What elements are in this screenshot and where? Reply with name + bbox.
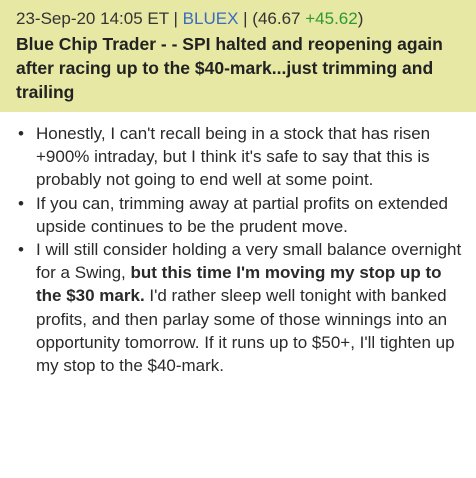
meta-separator: |	[168, 9, 183, 28]
bullet-icon: •	[18, 240, 24, 260]
bullet-text: If you can, trimming away at partial pro…	[36, 193, 448, 236]
ticker-link[interactable]: BLUEX	[183, 9, 239, 28]
list-item: • Honestly, I can't recall being in a st…	[18, 122, 462, 192]
post-meta: 23-Sep-20 14:05 ET | BLUEX | (46.67 +45.…	[16, 8, 464, 30]
post-card: 23-Sep-20 14:05 ET | BLUEX | (46.67 +45.…	[0, 0, 476, 478]
list-item: • I will still consider holding a very s…	[18, 238, 462, 377]
price: (46.67	[252, 9, 301, 28]
meta-separator: |	[238, 9, 253, 28]
bullet-icon: •	[18, 193, 24, 213]
post-body: • Honestly, I can't recall being in a st…	[0, 112, 476, 377]
post-title: Blue Chip Trader - - SPI halted and reop…	[16, 34, 443, 102]
bullet-icon: •	[18, 124, 24, 143]
bullet-text: Honestly, I can't recall being in a stoc…	[36, 124, 431, 190]
price-close: )	[357, 9, 364, 28]
bullet-list: • Honestly, I can't recall being in a st…	[18, 122, 462, 377]
price-change: +45.62	[305, 9, 358, 28]
list-item: • If you can, trimming away at partial p…	[18, 192, 462, 238]
post-header: 23-Sep-20 14:05 ET | BLUEX | (46.67 +45.…	[0, 0, 476, 112]
timestamp: 23-Sep-20 14:05 ET	[16, 9, 169, 28]
